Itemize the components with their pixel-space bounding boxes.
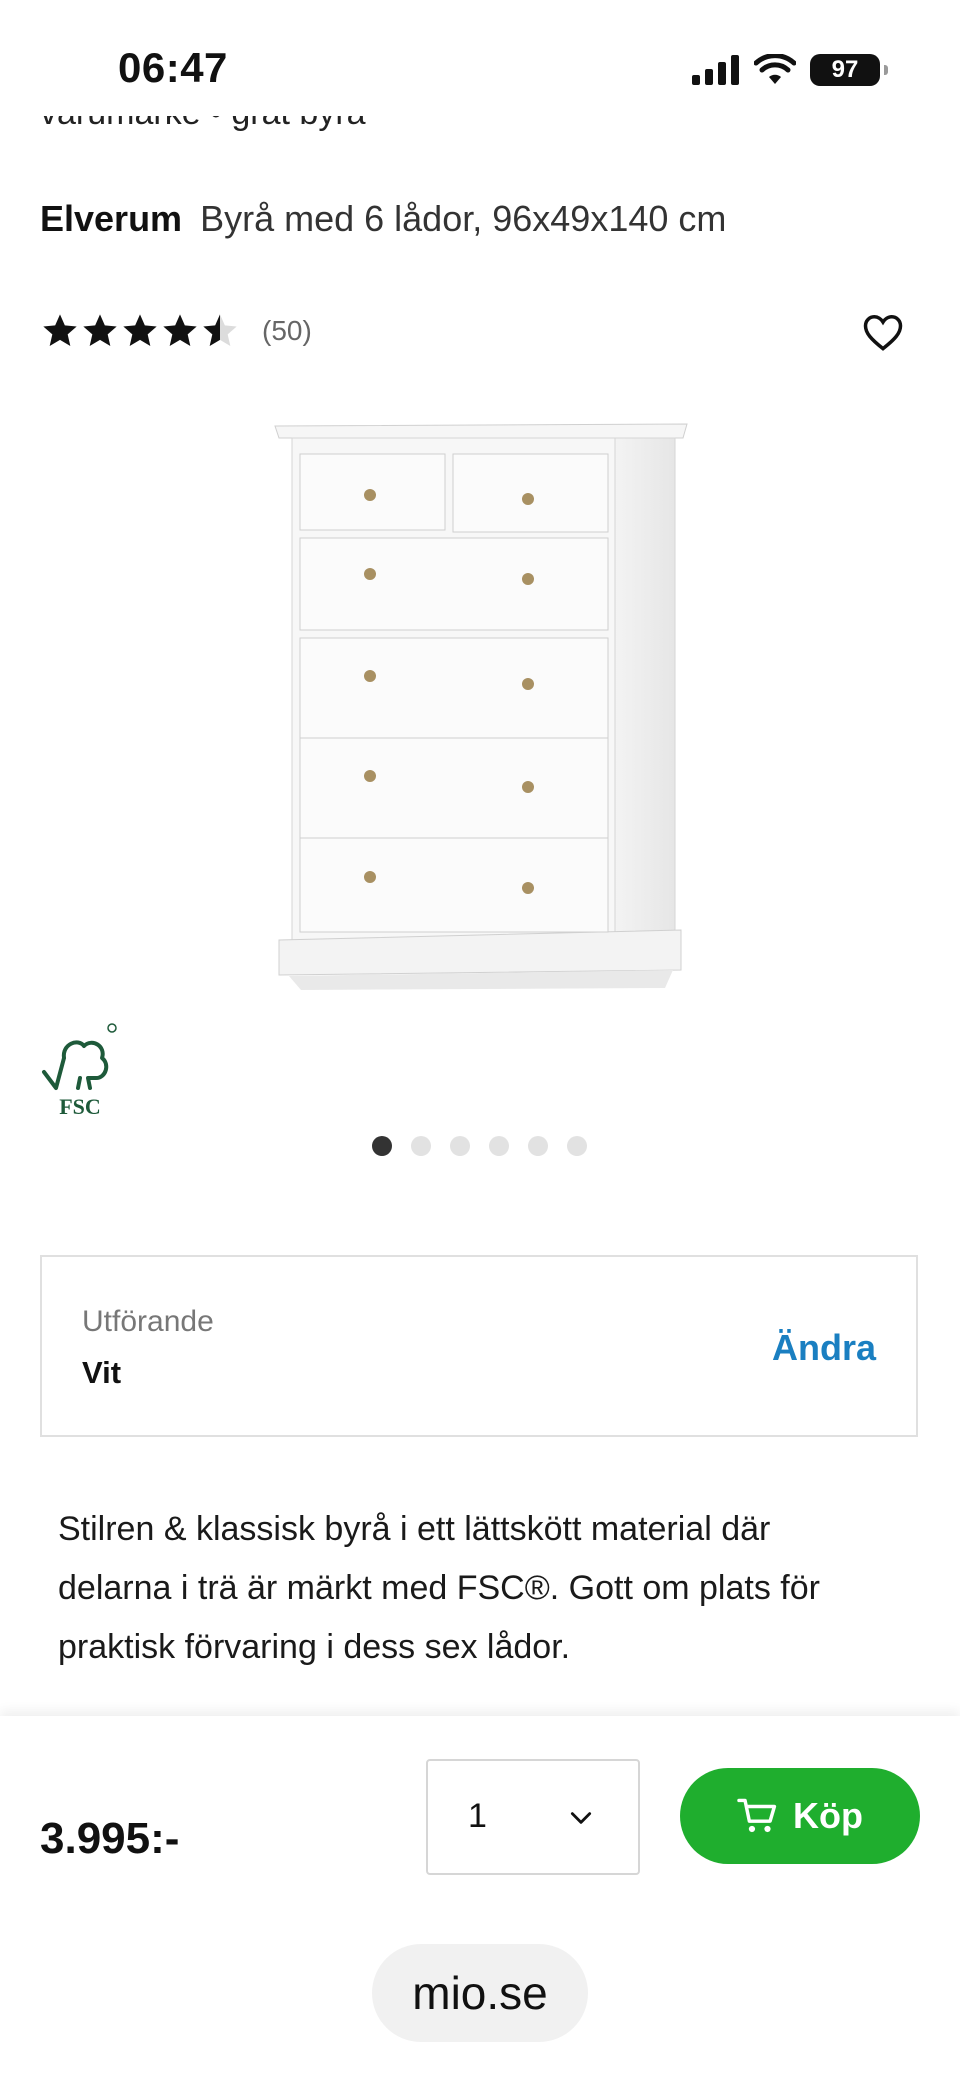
product-brand[interactable]: Elverum: [40, 198, 182, 239]
carousel-dot[interactable]: [450, 1136, 470, 1156]
price: 3.995:-: [40, 1814, 180, 1863]
carousel-dot[interactable]: [372, 1136, 392, 1156]
star-icon: [43, 314, 77, 346]
buy-label: Köp: [793, 1795, 863, 1836]
status-icons: 97: [692, 50, 888, 90]
carousel-dot[interactable]: [489, 1136, 509, 1156]
buy-button[interactable]: Köp: [680, 1768, 920, 1864]
review-count[interactable]: (50): [262, 315, 312, 347]
variant-selector[interactable]: Utförande Vit Ändra: [40, 1255, 918, 1437]
browser-url-pill[interactable]: mio.se: [372, 1944, 588, 2042]
carousel-dot[interactable]: [528, 1136, 548, 1156]
variant-value: Vit: [82, 1355, 122, 1390]
battery-level: 97: [831, 56, 859, 83]
quantity-value: 1: [468, 1797, 487, 1835]
variant-label: Utförande: [82, 1305, 214, 1338]
carousel-dot[interactable]: [411, 1136, 431, 1156]
signal-icon: [692, 55, 739, 85]
half-star-icon: [203, 314, 237, 346]
cart-icon: [737, 1798, 777, 1833]
carousel-dot[interactable]: [567, 1136, 587, 1156]
chevron-down-icon: [570, 1812, 592, 1824]
purchase-bar: 3.995:- 1 Köp mio.se: [0, 1716, 960, 2081]
battery-icon: 97: [810, 54, 888, 86]
fsc-text: FSC: [59, 1094, 101, 1119]
wifi-icon: [754, 54, 796, 84]
product-name: Byrå med 6 lådor, 96x49x140 cm: [200, 198, 727, 239]
rating[interactable]: (50): [40, 311, 312, 351]
change-variant-link[interactable]: Ändra: [772, 1327, 876, 1369]
heart-icon[interactable]: [862, 312, 904, 352]
product-header: Elverum Byrå med 6 lådor, 96x49x140 cm: [40, 198, 726, 240]
product-description: Stilren & klassisk byrå i ett lättskött …: [58, 1510, 820, 1666]
product-image[interactable]: [265, 410, 695, 1010]
scrolled-text-fragment: varumärke • gråt byrå: [40, 116, 560, 150]
status-time: 06:47: [118, 44, 228, 91]
star-icon: [163, 314, 197, 346]
star-icon: [123, 314, 157, 346]
fsc-logo: FSC: [42, 1023, 117, 1119]
quantity-select[interactable]: 1: [426, 1759, 640, 1875]
url-text: mio.se: [412, 1967, 548, 2019]
carousel-dots: [372, 1136, 587, 1156]
star-icon: [83, 314, 117, 346]
